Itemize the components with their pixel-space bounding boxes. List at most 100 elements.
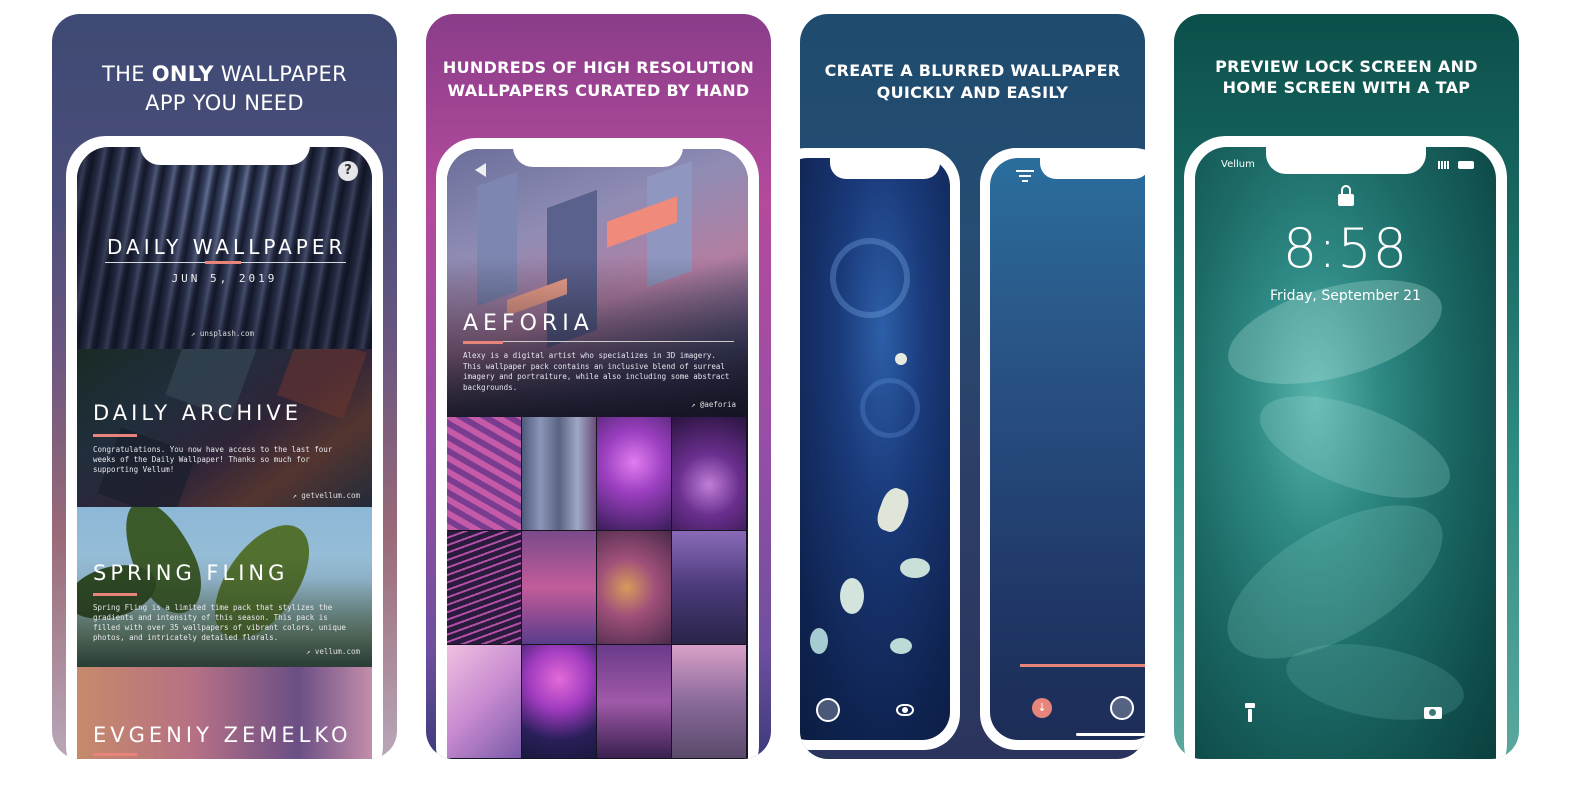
wallpaper-thumbnail[interactable] (672, 531, 746, 644)
phone-screen: ↓ (990, 158, 1145, 740)
wave-foam (1217, 260, 1453, 404)
phone-frame-left (800, 148, 960, 750)
blur-slider[interactable] (1020, 664, 1145, 667)
wallpaper-thumbnail[interactable] (447, 645, 521, 758)
title-line-2: APP YOU NEED (145, 91, 304, 115)
wallpaper-thumbnail[interactable] (447, 417, 521, 530)
section-spring-fling[interactable]: SPRING FLING Spring Fling is a limited t… (77, 507, 372, 667)
reef (900, 558, 930, 578)
download-icon[interactable]: ↓ (1032, 698, 1052, 718)
title-text: WALLPAPER (213, 62, 347, 86)
eye-pupil (902, 707, 908, 713)
lock-date: Friday, September 21 (1270, 288, 1421, 304)
reef (895, 353, 907, 365)
pack-link[interactable]: ↗ @aeforia (691, 400, 736, 409)
title-text: THE (102, 62, 152, 86)
screenshot-card-4: PREVIEW LOCK SCREEN AND HOME SCREEN WITH… (1174, 14, 1519, 759)
section-evgeniy-zemelko[interactable]: EVGENIY ZEMELKO (77, 667, 372, 759)
filter-icon[interactable] (1016, 170, 1034, 186)
pack-description: Alexy is a digital artist who specialize… (463, 351, 730, 392)
link-text: @aeforia (699, 400, 736, 409)
daily-wallpaper-title: DAILY WALLPAPER (107, 235, 347, 259)
card3-title: CREATE A BLURRED WALLPAPER QUICKLY AND E… (800, 60, 1145, 104)
external-link-icon: ↗ (305, 647, 311, 656)
phone-notch (1040, 157, 1145, 179)
title-line-2: QUICKLY AND EASILY (876, 83, 1069, 102)
reef (873, 484, 913, 536)
external-link-icon: ↗ (190, 329, 196, 338)
lock-body (1337, 194, 1354, 206)
phone-screen: AEFORIA Alexy is a digital artist who sp… (447, 149, 748, 759)
wallpaper-thumbnail[interactable] (597, 531, 671, 644)
select-circle[interactable] (816, 698, 840, 722)
daily-link[interactable]: ↗ unsplash.com (191, 329, 254, 338)
spring-link[interactable]: ↗ vellum.com (306, 647, 360, 656)
filter-line (1016, 170, 1034, 172)
phone-notch (139, 136, 310, 165)
phone-screen (800, 158, 950, 740)
title-line-1: PREVIEW LOCK SCREEN AND (1215, 57, 1478, 76)
app-store-screenshots: THE ONLY WALLPAPER APP YOU NEED ? DAILY … (0, 0, 1570, 794)
title-accent (93, 593, 137, 596)
wallpaper-thumbnail[interactable] (522, 645, 596, 758)
card2-title: HUNDREDS OF HIGH RESOLUTION WALLPAPERS C… (426, 56, 771, 102)
daily-archive-title: DAILY ARCHIVE (93, 401, 302, 425)
title-accent (205, 261, 241, 264)
eye-icon[interactable] (896, 704, 914, 716)
wallpaper-thumbnail[interactable] (447, 531, 521, 644)
battery-icon (1458, 161, 1474, 169)
flashlight-icon[interactable] (1245, 703, 1255, 723)
phone-screen: ? DAILY WALLPAPER JUN 5, 2019 ↗ unsplash… (77, 147, 372, 759)
archive-link[interactable]: ↗ getvellum.com (292, 491, 360, 500)
daily-archive-desc: Congratulations. You now have access to … (93, 445, 333, 474)
camera-icon[interactable] (1424, 707, 1442, 719)
reef (840, 578, 864, 614)
evgeniy-title: EVGENIY ZEMELKO (93, 723, 352, 747)
water-swirl (830, 238, 910, 318)
spring-fling-desc: Spring Fling is a limited time pack that… (93, 603, 346, 642)
phone-notch (512, 138, 683, 167)
water-swirl (860, 378, 920, 438)
wallpaper-thumbnail[interactable] (597, 645, 671, 758)
camera-lens (1429, 709, 1436, 716)
title-line-1: HUNDREDS OF HIGH RESOLUTION (442, 58, 755, 77)
title-line-2: HOME SCREEN WITH A TAP (1222, 78, 1471, 97)
title-line-1: CREATE A BLURRED WALLPAPER (824, 61, 1121, 80)
help-icon[interactable]: ? (338, 161, 358, 181)
wallpaper-thumbnail[interactable] (522, 531, 596, 644)
title-bold: ONLY (151, 62, 214, 86)
title-accent (463, 341, 503, 344)
screenshot-card-3: CREATE A BLURRED WALLPAPER QUICKLY AND E… (800, 14, 1145, 759)
overlay (77, 507, 372, 667)
phone-frame: Vellum 8:58 Friday, September 21 (1184, 136, 1507, 759)
wallpaper-thumbnail[interactable] (597, 417, 671, 530)
title-line-2: WALLPAPERS CURATED BY HAND (447, 81, 750, 100)
select-circle[interactable] (1110, 696, 1134, 720)
daily-date: JUN 5, 2019 (171, 272, 278, 285)
phone-frame: AEFORIA Alexy is a digital artist who sp… (436, 138, 759, 759)
external-link-icon: ↗ (690, 400, 696, 409)
wallpaper-thumbnail[interactable] (672, 645, 746, 758)
filter-line (1019, 175, 1031, 177)
link-text: vellum.com (314, 647, 360, 656)
card4-title: PREVIEW LOCK SCREEN AND HOME SCREEN WITH… (1174, 56, 1519, 98)
card1-title: THE ONLY WALLPAPER APP YOU NEED (52, 60, 397, 118)
back-icon[interactable] (475, 163, 486, 177)
overlay (77, 349, 372, 507)
reef (810, 628, 828, 654)
home-indicator (1076, 733, 1145, 736)
wallpaper-thumbnail[interactable] (672, 417, 746, 530)
lock-icon (1337, 185, 1354, 207)
section-daily-archive[interactable]: DAILY ARCHIVE Congratulations. You now h… (77, 349, 372, 507)
status-icons (1438, 161, 1474, 169)
section-daily-wallpaper[interactable]: DAILY WALLPAPER JUN 5, 2019 ↗ unsplash.c… (77, 147, 372, 349)
phone-frame-right: ↓ (980, 148, 1145, 750)
screenshot-card-1: THE ONLY WALLPAPER APP YOU NEED ? DAILY … (52, 14, 397, 759)
wave-foam (1247, 375, 1463, 519)
lock-time: 8:58 (1282, 217, 1409, 280)
phone-notch (1265, 146, 1426, 174)
flashlight-body (1248, 709, 1252, 722)
reef (890, 638, 912, 654)
phone-frame: ? DAILY WALLPAPER JUN 5, 2019 ↗ unsplash… (66, 136, 383, 759)
wallpaper-thumbnail[interactable] (522, 417, 596, 530)
